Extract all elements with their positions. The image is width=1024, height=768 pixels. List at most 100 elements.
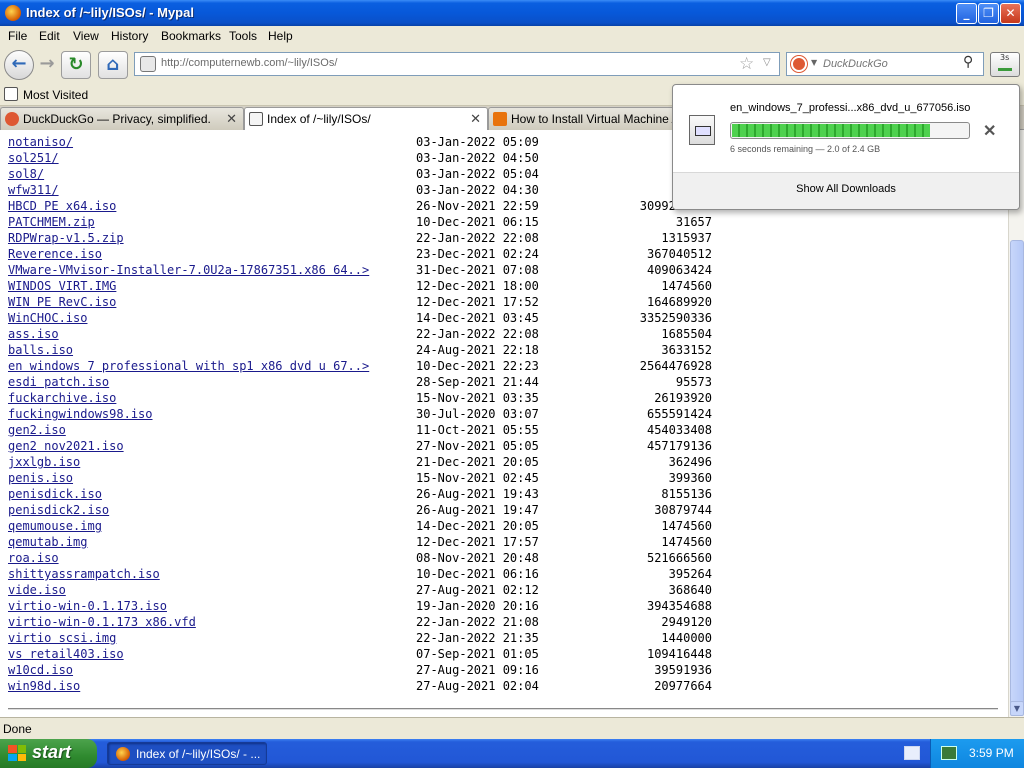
page-content: notaniso/03-Jan-2022 05:09 sol251/03-Jan-…	[0, 130, 1008, 717]
scrollbar-thumb[interactable]	[1010, 240, 1024, 705]
file-date: 12-Dec-2021 18:00	[416, 279, 539, 293]
back-button[interactable]: ←	[4, 50, 34, 80]
file-link[interactable]: Reverence.iso	[8, 246, 102, 262]
file-link[interactable]: en windows 7 professional with sp1 x86 d…	[8, 358, 369, 374]
download-status: 6 seconds remaining — 2.0 of 2.4 GB	[730, 144, 881, 154]
file-link[interactable]: penisdick2.iso	[8, 502, 109, 518]
file-link[interactable]: gen2 nov2021.iso	[8, 438, 124, 454]
file-link[interactable]: fuckingwindows98.iso	[8, 406, 153, 422]
file-date: 26-Nov-2021 22:59	[416, 199, 539, 213]
file-link[interactable]: fuckarchive.iso	[8, 390, 116, 406]
file-link[interactable]: VMware-VMvisor-Installer-7.0U2a-17867351…	[8, 262, 369, 278]
clock[interactable]: 3:59 PM	[969, 746, 1014, 760]
file-link[interactable]: penis.iso	[8, 470, 73, 486]
file-link[interactable]: virtio-win-0.1.173 x86.vfd	[8, 614, 196, 630]
file-size: 2564476928	[639, 359, 712, 373]
file-date: 27-Nov-2021 05:05	[416, 439, 539, 453]
file-link[interactable]: roa.iso	[8, 550, 59, 566]
downloads-panel: en_windows_7_professi...x86_dvd_u_677056…	[672, 84, 1020, 210]
cancel-download-icon[interactable]: ✕	[983, 121, 996, 141]
file-link[interactable]: balls.iso	[8, 342, 73, 358]
file-link[interactable]: jxxlgb.iso	[8, 454, 80, 470]
file-date: 03-Jan-2022 04:30	[416, 183, 539, 197]
file-link[interactable]: ass.iso	[8, 326, 59, 342]
file-size: 395264	[668, 567, 712, 581]
most-visited-folder-icon[interactable]	[4, 87, 18, 101]
url-text[interactable]: http://computernewb.com/~lily/ISOs/	[161, 57, 337, 69]
downloads-button[interactable]: 3s	[990, 52, 1020, 77]
file-date: 27-Aug-2021 02:04	[416, 679, 539, 693]
menu-tools[interactable]: Tools	[229, 29, 257, 43]
file-link[interactable]: sol8/	[8, 166, 44, 182]
file-size: 409063424	[646, 263, 712, 277]
file-link[interactable]: vide.iso	[8, 582, 66, 598]
taskbar-window-button[interactable]: Index of /~lily/ISOs/ - ...	[107, 742, 267, 765]
file-link[interactable]: sol251/	[8, 150, 59, 166]
file-link[interactable]: qemumouse.img	[8, 518, 102, 534]
download-file-name[interactable]: en_windows_7_professi...x86_dvd_u_677056…	[730, 102, 970, 114]
reload-button[interactable]: ↻	[61, 51, 91, 79]
tab-close-icon[interactable]: ✕	[470, 111, 481, 127]
search-bar[interactable]: ▼ ⚲	[786, 52, 984, 76]
file-link[interactable]: qemutab.img	[8, 534, 87, 550]
file-date: 15-Nov-2021 02:45	[416, 471, 539, 485]
file-link[interactable]: notaniso/	[8, 134, 73, 150]
file-size: 1474560	[661, 519, 712, 533]
file-link[interactable]: RDPWrap-v1.5.zip	[8, 230, 124, 246]
tab-index-isos[interactable]: Index of /~lily/ISOs/ ✕	[244, 107, 488, 131]
menu-edit[interactable]: Edit	[39, 29, 60, 43]
scroll-down-icon[interactable]: ▼	[1010, 701, 1024, 716]
site-favicon-icon	[493, 112, 507, 126]
address-bar[interactable]: http://computernewb.com/~lily/ISOs/ ☆ ▽	[134, 52, 780, 76]
menu-help[interactable]: Help	[268, 29, 293, 43]
forward-button[interactable]: →	[32, 51, 62, 79]
search-input[interactable]	[823, 56, 955, 72]
file-link[interactable]: WINDOS VIRT.IMG	[8, 278, 116, 294]
most-visited-bookmark[interactable]: Most Visited	[23, 88, 88, 102]
menu-view[interactable]: View	[73, 29, 99, 43]
minimize-button[interactable]: _	[956, 3, 977, 24]
maximize-button[interactable]: ❐	[978, 3, 999, 24]
network-icon[interactable]	[941, 746, 957, 760]
tab-duckduckgo[interactable]: DuckDuckGo — Privacy, simplified. ✕	[0, 107, 244, 130]
mypal-app-icon[interactable]	[5, 5, 21, 21]
site-identity-icon[interactable]	[140, 56, 156, 72]
file-link[interactable]: virtio scsi.img	[8, 630, 116, 646]
search-engine-dropdown-icon[interactable]: ▼	[811, 58, 817, 67]
vertical-scrollbar[interactable]: ▼	[1008, 130, 1024, 717]
mypal-taskbar-icon	[116, 747, 130, 761]
url-history-dropdown-icon[interactable]: ▽	[763, 57, 771, 68]
home-button[interactable]: ⌂	[98, 51, 128, 79]
duckduckgo-engine-icon[interactable]	[791, 56, 807, 72]
file-link[interactable]: virtio-win-0.1.173.iso	[8, 598, 167, 614]
file-size: 1685504	[661, 327, 712, 341]
file-size: 1440000	[661, 631, 712, 645]
file-link[interactable]: WinCHOC.iso	[8, 310, 87, 326]
file-link[interactable]: win98d.iso	[8, 678, 80, 694]
file-link[interactable]: gen2.iso	[8, 422, 66, 438]
show-all-downloads-button[interactable]: Show All Downloads	[673, 183, 1019, 195]
file-link[interactable]: shittyassrampatch.iso	[8, 566, 160, 582]
file-date: 10-Dec-2021 06:15	[416, 215, 539, 229]
menu-bookmarks[interactable]: Bookmarks	[161, 29, 221, 43]
search-icon[interactable]: ⚲	[963, 54, 973, 70]
file-link[interactable]: w10cd.iso	[8, 662, 73, 678]
download-arrow-icon	[998, 61, 1012, 71]
file-link[interactable]: HBCD PE x64.iso	[8, 198, 116, 214]
close-button[interactable]: ✕	[1000, 3, 1021, 24]
file-size: 367040512	[646, 247, 712, 261]
tab-close-icon[interactable]: ✕	[226, 111, 237, 127]
file-link[interactable]: vs retail403.iso	[8, 646, 124, 662]
file-link[interactable]: WIN PE RevC.iso	[8, 294, 116, 310]
file-link[interactable]: penisdick.iso	[8, 486, 102, 502]
tab-virtual-machine-guide[interactable]: How to Install Virtual Machine Add	[488, 107, 688, 130]
file-link[interactable]: esdi patch.iso	[8, 374, 109, 390]
menu-file[interactable]: File	[8, 29, 27, 43]
file-link[interactable]: PATCHMEM.zip	[8, 214, 95, 230]
start-button[interactable]: start	[0, 739, 97, 768]
bookmark-star-icon[interactable]: ☆	[739, 54, 754, 74]
menu-history[interactable]: History	[111, 29, 148, 43]
keyboard-language-icon[interactable]	[904, 746, 920, 760]
file-size: 3633152	[661, 343, 712, 357]
file-link[interactable]: wfw311/	[8, 182, 59, 198]
